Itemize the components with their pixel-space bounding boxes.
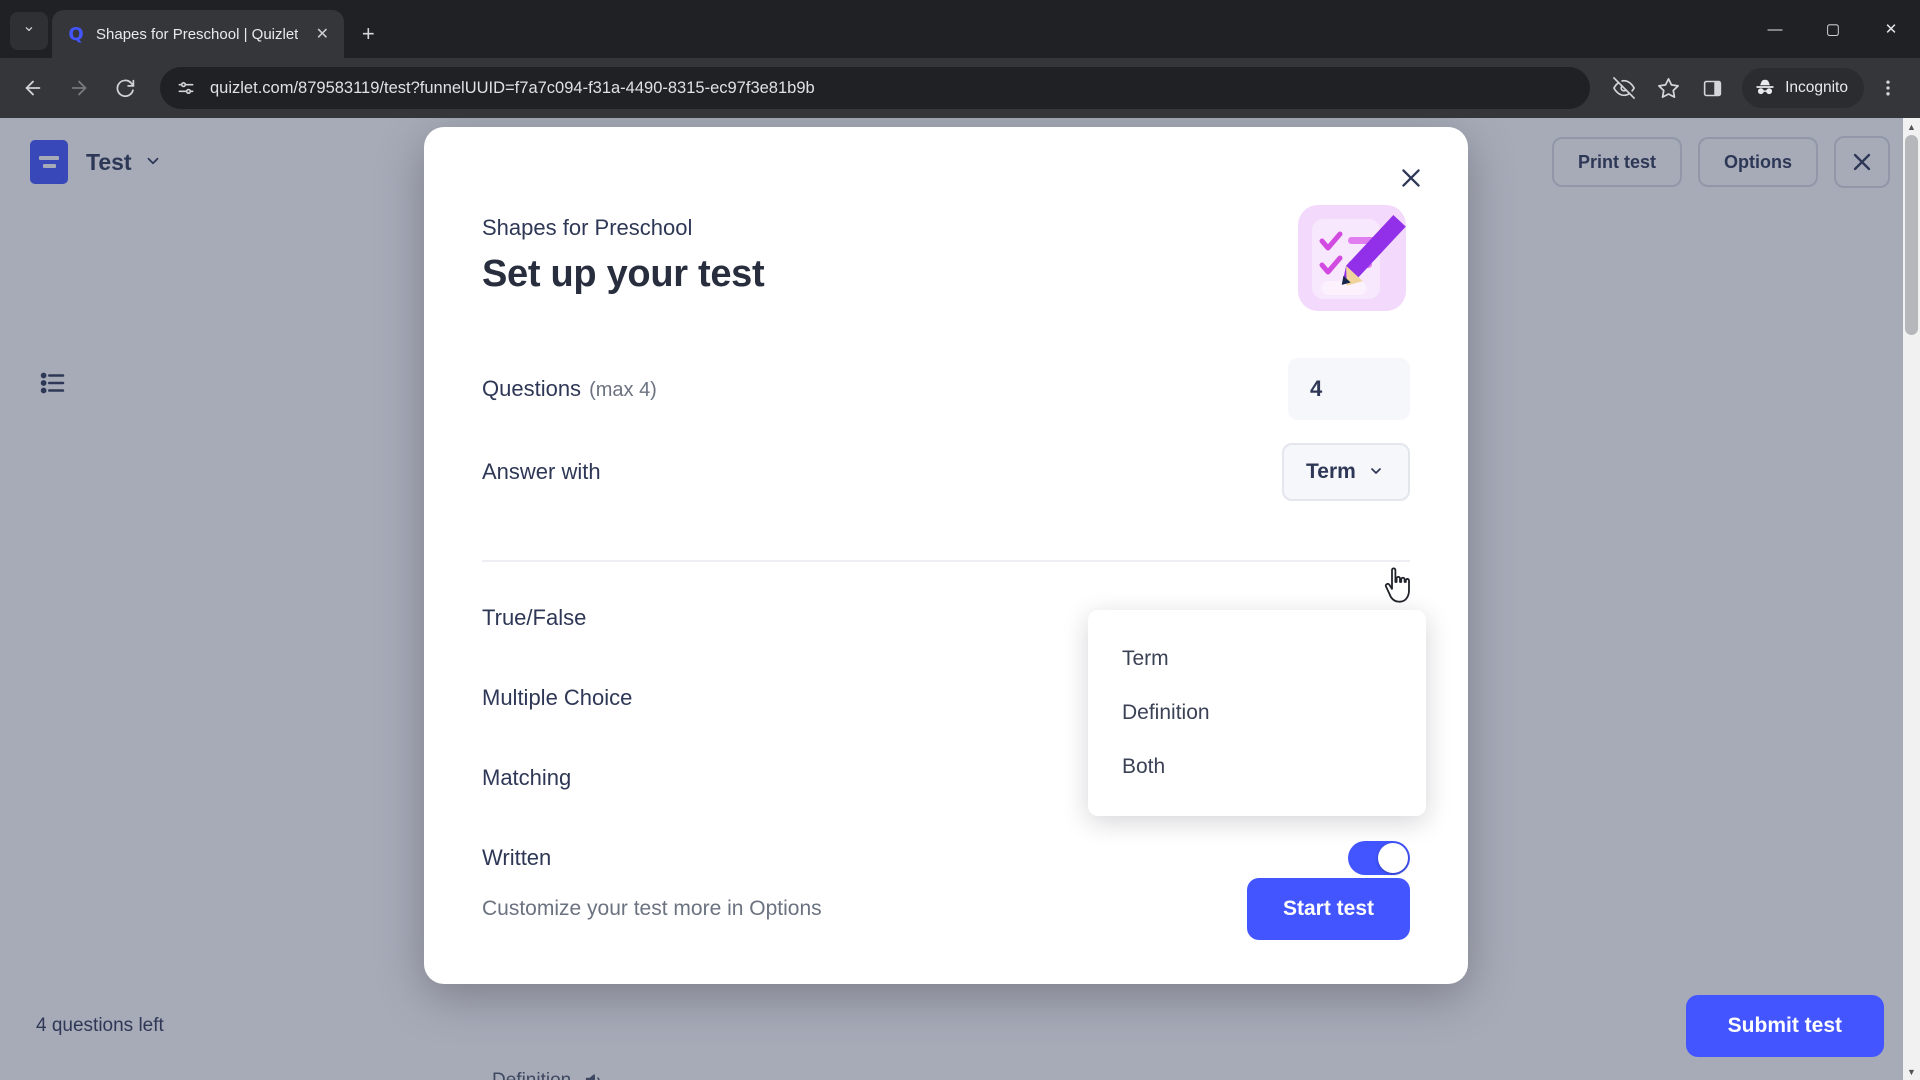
questions-max-hint: (max 4) bbox=[589, 379, 657, 401]
incognito-indicator[interactable]: Incognito bbox=[1742, 68, 1864, 108]
answer-with-control: Term bbox=[1282, 443, 1410, 501]
answer-with-value: Term bbox=[1306, 460, 1356, 483]
answer-with-dropdown-menu: Term Definition Both bbox=[1088, 610, 1426, 816]
questions-count-control: 4 bbox=[1288, 358, 1410, 420]
toggle-knob bbox=[1378, 843, 1408, 873]
side-panel-icon[interactable] bbox=[1692, 68, 1732, 108]
answer-with-dropdown-button[interactable]: Term bbox=[1282, 443, 1410, 501]
row-answer-with: Answer with Term bbox=[482, 426, 1410, 518]
quizlet-favicon: Q bbox=[68, 23, 84, 45]
dropdown-option-both[interactable]: Both bbox=[1088, 740, 1426, 794]
incognito-label: Incognito bbox=[1785, 79, 1848, 96]
tab-title: Shapes for Preschool | Quizlet bbox=[96, 25, 299, 43]
setup-test-modal: Shapes for Preschool Set up your test Qu… bbox=[424, 127, 1468, 984]
forward-icon[interactable] bbox=[58, 67, 100, 109]
multiple-choice-label: Multiple Choice bbox=[482, 685, 633, 710]
browser-toolbar: quizlet.com/879583119/test?funnelUUID=f7… bbox=[0, 58, 1920, 118]
written-label: Written bbox=[482, 845, 552, 870]
new-tab-button[interactable]: + bbox=[354, 20, 382, 48]
tab-search-button[interactable]: ⌄ bbox=[10, 12, 48, 50]
questions-count-input[interactable]: 4 bbox=[1288, 358, 1410, 420]
url-text: quizlet.com/879583119/test?funnelUUID=f7… bbox=[210, 78, 815, 97]
three-dot-menu-icon[interactable] bbox=[1868, 68, 1908, 108]
questions-label-text: Questions bbox=[482, 376, 582, 401]
scroll-down-icon[interactable]: ▼ bbox=[1903, 1063, 1920, 1080]
customize-options-link[interactable]: Customize your test more in Options bbox=[482, 897, 822, 921]
page-scrollbar[interactable]: ▲ ▼ bbox=[1903, 118, 1920, 1080]
scrollbar-thumb[interactable] bbox=[1905, 135, 1918, 335]
questions-left-label: 4 questions left bbox=[36, 1015, 164, 1036]
chevron-down-icon bbox=[1368, 463, 1384, 482]
maximize-icon[interactable]: ▢ bbox=[1804, 0, 1862, 58]
browser-tab[interactable]: Q Shapes for Preschool | Quizlet ✕ bbox=[52, 10, 345, 58]
matching-label: Matching bbox=[482, 765, 572, 790]
modal-title: Set up your test bbox=[482, 253, 765, 295]
window-controls: — ▢ ✕ bbox=[1746, 0, 1920, 58]
address-bar[interactable]: quizlet.com/879583119/test?funnelUUID=f7… bbox=[160, 67, 1591, 109]
minimize-icon[interactable]: — bbox=[1746, 0, 1804, 58]
modal-divider bbox=[482, 560, 1410, 562]
eye-slash-icon[interactable] bbox=[1604, 68, 1644, 108]
dropdown-option-definition[interactable]: Definition bbox=[1088, 686, 1426, 740]
checklist-pencil-icon bbox=[1296, 203, 1410, 315]
row-questions: Questions (max 4) 4 bbox=[482, 352, 1410, 426]
scroll-up-icon[interactable]: ▲ bbox=[1903, 118, 1920, 135]
tab-strip: ⌄ Q Shapes for Preschool | Quizlet ✕ + —… bbox=[0, 0, 1920, 58]
back-icon[interactable] bbox=[12, 67, 54, 109]
page-viewport: Test Print test Options Definition bbox=[0, 118, 1920, 1080]
questions-label: Questions (max 4) bbox=[482, 376, 657, 402]
close-icon[interactable]: ✕ bbox=[308, 20, 336, 48]
written-toggle-wrap bbox=[1348, 841, 1410, 875]
star-icon[interactable] bbox=[1648, 68, 1688, 108]
written-toggle[interactable] bbox=[1348, 841, 1410, 875]
answer-with-label: Answer with bbox=[482, 459, 601, 484]
modal-footer: Customize your test more in Options Star… bbox=[482, 878, 1410, 940]
browser-window: ⌄ Q Shapes for Preschool | Quizlet ✕ + —… bbox=[0, 0, 1920, 1080]
start-test-button[interactable]: Start test bbox=[1246, 878, 1410, 940]
modal-close-icon[interactable] bbox=[1388, 155, 1434, 201]
modal-set-name: Shapes for Preschool bbox=[482, 215, 693, 240]
test-bottom-bar: 4 questions left Submit test bbox=[0, 972, 1920, 1080]
dropdown-option-term[interactable]: Term bbox=[1088, 632, 1426, 686]
window-close-icon[interactable]: ✕ bbox=[1862, 0, 1920, 58]
submit-test-button[interactable]: Submit test bbox=[1685, 995, 1884, 1057]
true-false-label: True/False bbox=[482, 605, 587, 630]
incognito-hat-icon bbox=[1754, 77, 1776, 99]
site-settings-icon[interactable] bbox=[176, 78, 196, 98]
reload-icon[interactable] bbox=[104, 67, 146, 109]
